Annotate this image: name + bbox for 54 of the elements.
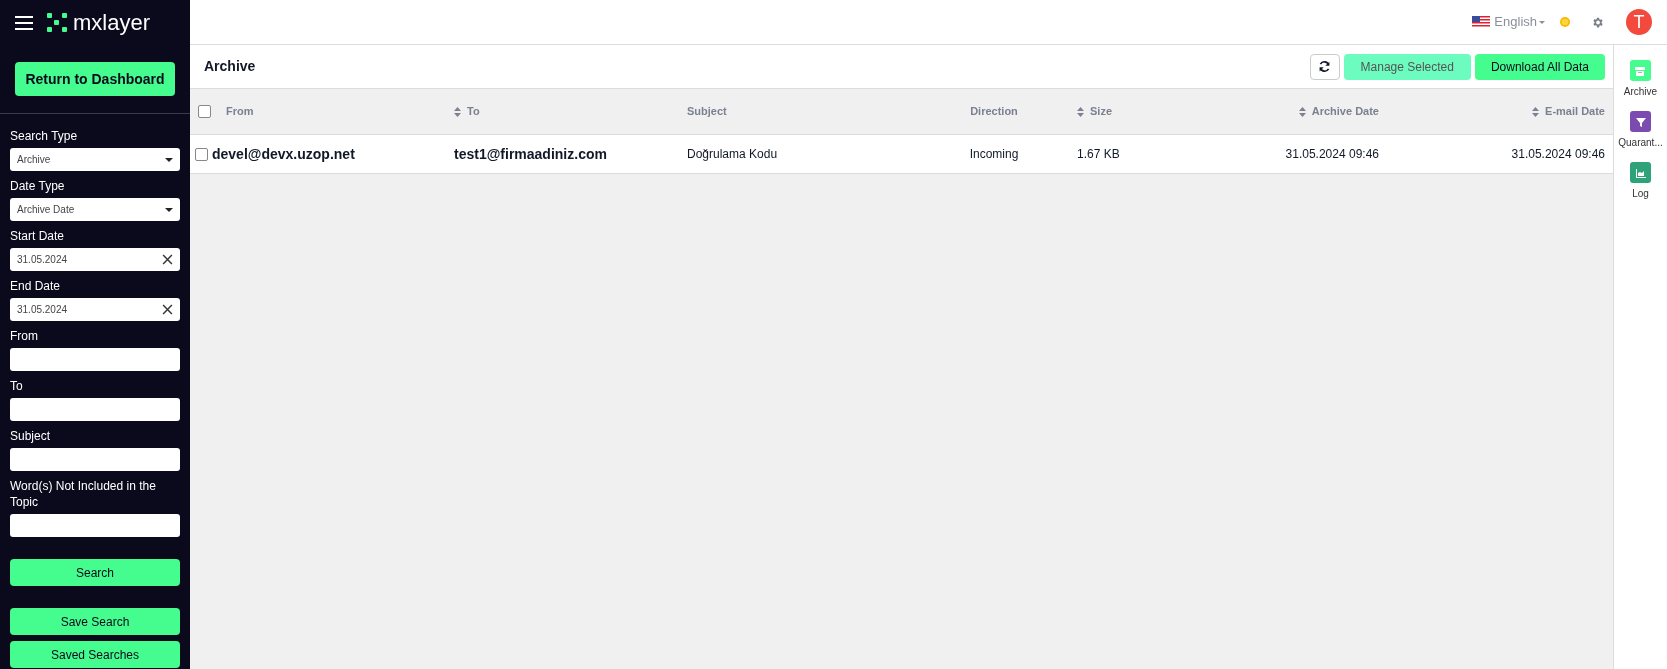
- field-label: Subject: [10, 428, 52, 444]
- table-cell-text: 31.05.2024 09:46: [1285, 146, 1379, 163]
- field-label: Search Type: [10, 128, 79, 144]
- column-header: Subject: [687, 104, 727, 120]
- panel-title: Archive: [204, 57, 256, 76]
- field-label: Word(s) Not Included in the Topic: [10, 478, 157, 510]
- rail-label[interactable]: Log: [1632, 186, 1649, 201]
- sort-icon[interactable]: [1077, 106, 1084, 117]
- select-all-checkbox[interactable]: [198, 105, 211, 118]
- date-field[interactable]: 31.05.2024: [10, 248, 180, 271]
- input-field[interactable]: [10, 448, 180, 471]
- sort-icon[interactable]: [1532, 106, 1540, 117]
- return-to-dashboard-button[interactable]: Return to Dashboard: [15, 62, 175, 96]
- quarantine-icon[interactable]: [1630, 111, 1651, 132]
- flag-icon: [1472, 16, 1491, 28]
- select-field[interactable]: Archive Date: [10, 198, 180, 221]
- clear-icon[interactable]: [162, 304, 173, 315]
- field-label: To: [10, 378, 24, 394]
- table-cell-text: Incoming: [969, 146, 1019, 163]
- field-label: Date Type: [10, 178, 66, 194]
- column-header: Direction: [970, 104, 1018, 120]
- refresh-button[interactable]: [1309, 53, 1340, 80]
- field-label: From: [10, 328, 39, 344]
- logo-icon: [47, 12, 69, 33]
- log-icon[interactable]: [1630, 162, 1651, 183]
- field-label: Start Date: [10, 228, 66, 244]
- action-button[interactable]: Download All Data: [1474, 53, 1605, 80]
- settings-icon[interactable]: [1591, 15, 1604, 29]
- brand-name: mxlayer: [73, 11, 150, 34]
- table-cell-text: 31.05.2024 09:46: [1511, 146, 1605, 163]
- sun-icon[interactable]: [1559, 16, 1571, 28]
- table-cell-text: devel@devx.uzop.net: [212, 144, 355, 164]
- sort-icon[interactable]: [454, 106, 461, 117]
- rail-label[interactable]: Quarant...: [1618, 135, 1663, 150]
- input-field[interactable]: [10, 398, 180, 421]
- field-label: End Date: [10, 278, 62, 294]
- refresh-icon: [1318, 60, 1332, 73]
- menu-icon[interactable]: [15, 15, 33, 30]
- table-cell-text: Doğrulama Kodu: [687, 146, 778, 163]
- sidebar-button[interactable]: Saved Searches: [10, 641, 180, 668]
- search-button[interactable]: Search: [10, 559, 180, 586]
- rail-label[interactable]: Archive: [1623, 84, 1658, 99]
- clear-icon[interactable]: [162, 254, 173, 265]
- user-avatar[interactable]: T: [1626, 9, 1652, 35]
- sort-icon[interactable]: [1298, 106, 1306, 117]
- sidebar-button[interactable]: Save Search: [10, 608, 180, 635]
- table-cell-text: 1.67 KB: [1077, 146, 1120, 163]
- row-checkbox[interactable]: [195, 147, 208, 161]
- column-header: From: [226, 104, 254, 120]
- date-field[interactable]: 31.05.2024: [10, 298, 180, 321]
- input-field[interactable]: [10, 348, 180, 371]
- select-field[interactable]: Archive: [10, 148, 180, 171]
- table-cell-text: test1@firmaadiniz.com: [454, 144, 607, 164]
- input-field[interactable]: [10, 514, 180, 537]
